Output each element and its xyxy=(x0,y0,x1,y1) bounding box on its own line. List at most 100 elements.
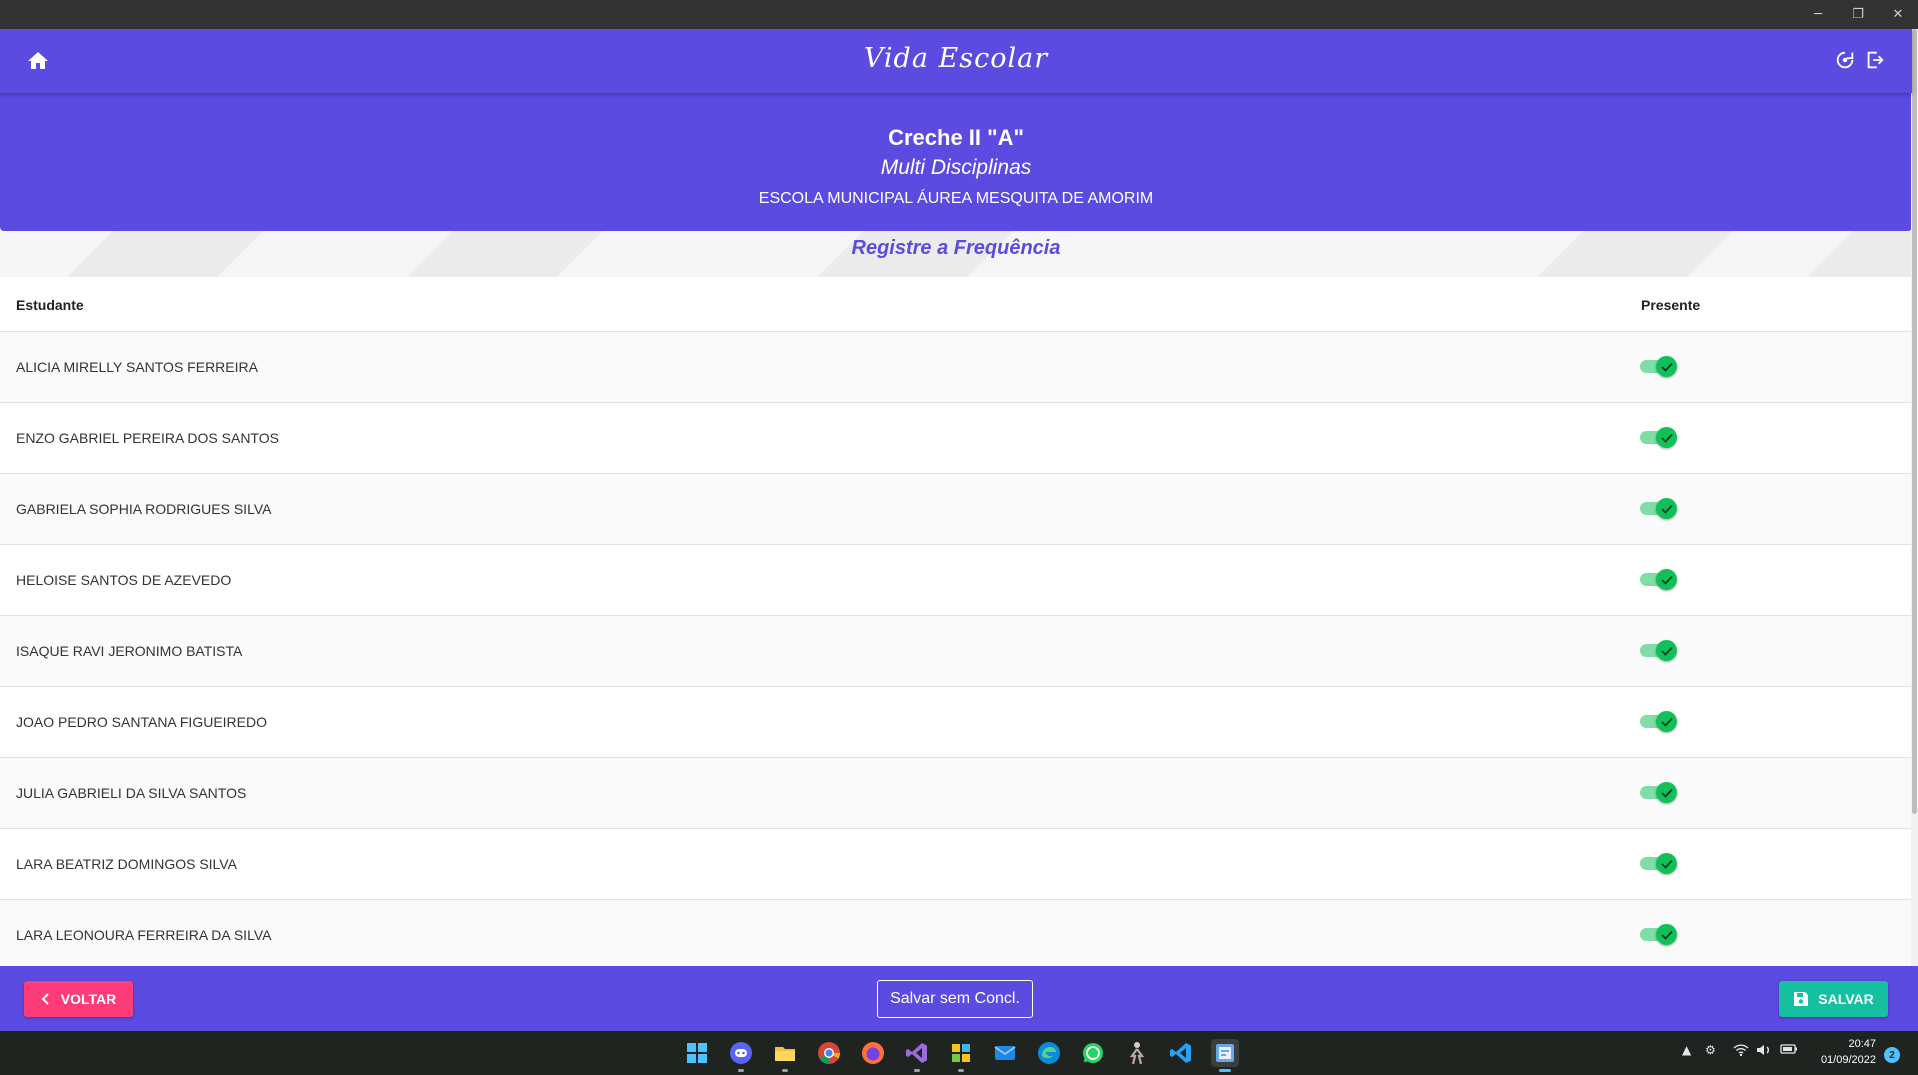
table-row: ENZO GABRIEL PEREIRA DOS SANTOS xyxy=(0,403,1912,474)
tray-chevron-up-icon[interactable]: ▲ xyxy=(1682,1043,1691,1057)
toggle-knob xyxy=(1656,569,1677,590)
close-button[interactable]: ✕ xyxy=(1878,0,1918,29)
check-icon xyxy=(1660,504,1673,514)
student-name: ISAQUE RAVI JERONIMO BATISTA xyxy=(16,643,243,659)
taskbar-visual-studio[interactable] xyxy=(903,1039,931,1072)
app-header: Vida Escolar xyxy=(0,29,1912,93)
taskbar-discord[interactable] xyxy=(727,1039,755,1072)
taskbar-firefox[interactable] xyxy=(859,1039,887,1067)
taskbar-figure-app[interactable] xyxy=(1123,1039,1151,1067)
taskbar-chrome[interactable] xyxy=(815,1039,843,1067)
app-window-icon xyxy=(1216,1044,1234,1062)
minimize-button[interactable]: ─ xyxy=(1798,0,1838,29)
student-name: LARA BEATRIZ DOMINGOS SILVA xyxy=(16,856,237,872)
student-name: LARA LEONOURA FERREIRA DA SILVA xyxy=(16,927,272,943)
toggle-knob xyxy=(1656,427,1677,448)
student-name: ALICIA MIRELLY SANTOS FERREIRA xyxy=(16,359,258,375)
floppy-disk-icon xyxy=(1794,992,1809,1006)
check-icon xyxy=(1660,646,1673,656)
check-icon xyxy=(1660,717,1673,727)
present-toggle[interactable] xyxy=(1640,640,1677,661)
app-grid-icon xyxy=(952,1044,970,1062)
table-row: ISAQUE RAVI JERONIMO BATISTA xyxy=(0,616,1912,687)
present-toggle[interactable] xyxy=(1640,569,1677,590)
taskbar-vscode[interactable] xyxy=(1167,1039,1195,1067)
edge-icon xyxy=(1038,1042,1060,1064)
table-row: LARA BEATRIZ DOMINGOS SILVA xyxy=(0,829,1912,900)
present-toggle[interactable] xyxy=(1640,356,1677,377)
running-indicator xyxy=(914,1069,920,1072)
present-toggle[interactable] xyxy=(1640,853,1677,874)
back-button[interactable]: VOLTAR xyxy=(24,981,133,1017)
taskbar-whatsapp[interactable] xyxy=(1079,1039,1107,1067)
tray-battery-icon[interactable] xyxy=(1780,1043,1798,1058)
present-toggle[interactable] xyxy=(1640,498,1677,519)
running-indicator xyxy=(782,1069,788,1072)
figure-icon xyxy=(1129,1042,1145,1065)
table-row: JOAO PEDRO SANTANA FIGUEIREDO xyxy=(0,687,1912,758)
tray-network-status-icon[interactable]: ⚙ xyxy=(1705,1043,1716,1057)
clock-date: 01/09/2022 xyxy=(1820,1054,1876,1066)
table-row: ALICIA MIRELLY SANTOS FERREIRA xyxy=(0,332,1912,403)
taskbar-app-grid[interactable] xyxy=(947,1039,975,1072)
scrollbar-thumb[interactable] xyxy=(1912,29,1917,814)
sync-button[interactable] xyxy=(1834,49,1856,71)
taskbar-clock[interactable]: 20:47 01/09/2022 xyxy=(1800,1036,1876,1068)
tray-volume-icon[interactable] xyxy=(1756,1043,1772,1060)
school-name: ESCOLA MUNICIPAL ÁUREA MESQUITA DE AMORI… xyxy=(758,190,1154,207)
check-icon xyxy=(1660,788,1673,798)
toggle-knob xyxy=(1656,356,1677,377)
check-icon xyxy=(1660,433,1673,443)
class-subject: Multi Disciplinas xyxy=(880,156,1032,179)
active-indicator xyxy=(1219,1069,1231,1072)
toggle-knob xyxy=(1656,640,1677,661)
logout-icon xyxy=(1867,51,1884,69)
window-titlebar: ─ ❐ ✕ xyxy=(0,0,1918,29)
windows-logo-icon xyxy=(687,1043,707,1063)
folder-icon xyxy=(775,1047,795,1061)
table-row: HELOISE SANTOS DE AZEVEDO xyxy=(0,545,1912,616)
app-title: Vida Escolar xyxy=(863,43,1049,74)
back-button-label: VOLTAR xyxy=(60,991,117,1007)
taskbar-mail[interactable] xyxy=(991,1039,1019,1067)
present-toggle[interactable] xyxy=(1640,924,1677,945)
visual-studio-icon xyxy=(906,1043,927,1063)
taskbar-edge[interactable] xyxy=(1035,1039,1063,1067)
chrome-icon xyxy=(818,1042,840,1064)
firefox-icon xyxy=(862,1042,884,1064)
student-name: JULIA GABRIELI DA SILVA SANTOS xyxy=(16,785,247,801)
column-header-student: Estudante xyxy=(16,297,84,313)
tray-wifi-icon[interactable] xyxy=(1733,1043,1749,1060)
clock-time: 20:47 xyxy=(1848,1038,1876,1050)
toggle-knob xyxy=(1656,853,1677,874)
taskbar-active-app[interactable] xyxy=(1211,1039,1239,1072)
present-toggle[interactable] xyxy=(1640,711,1677,732)
taskbar-start-button[interactable] xyxy=(683,1039,711,1067)
present-toggle[interactable] xyxy=(1640,782,1677,803)
toggle-knob xyxy=(1656,711,1677,732)
window-controls: ─ ❐ ✕ xyxy=(1798,0,1918,29)
attendance-title-band: Registre a Frequência xyxy=(0,231,1912,277)
attendance-title: Registre a Frequência xyxy=(851,237,1061,259)
running-indicator xyxy=(738,1069,744,1072)
check-icon xyxy=(1660,575,1673,585)
save-without-conclusion-button[interactable]: Salvar sem Concl. xyxy=(877,980,1033,1018)
present-toggle[interactable] xyxy=(1640,427,1677,448)
table-row: JULIA GABRIELI DA SILVA SANTOS xyxy=(0,758,1912,829)
running-indicator xyxy=(958,1069,964,1072)
save-button-label: SALVAR xyxy=(1818,991,1874,1007)
footer-bar: VOLTAR Salvar sem Concl. SALVAR xyxy=(0,966,1918,1031)
toggle-knob xyxy=(1656,924,1677,945)
taskbar-file-explorer[interactable] xyxy=(771,1039,799,1072)
vscode-icon xyxy=(1170,1043,1191,1063)
notification-badge[interactable]: 2 xyxy=(1884,1047,1900,1063)
column-header-present: Presente xyxy=(1641,297,1701,313)
table-row: LARA LEONOURA FERREIRA DA SILVA xyxy=(0,900,1912,966)
student-name: GABRIELA SOPHIA RODRIGUES SILVA xyxy=(16,501,272,517)
discord-icon xyxy=(730,1042,752,1064)
logout-button[interactable] xyxy=(1864,49,1886,71)
sync-icon xyxy=(1836,51,1854,69)
save-button[interactable]: SALVAR xyxy=(1779,981,1888,1017)
check-icon xyxy=(1660,859,1673,869)
restore-button[interactable]: ❐ xyxy=(1838,0,1878,29)
